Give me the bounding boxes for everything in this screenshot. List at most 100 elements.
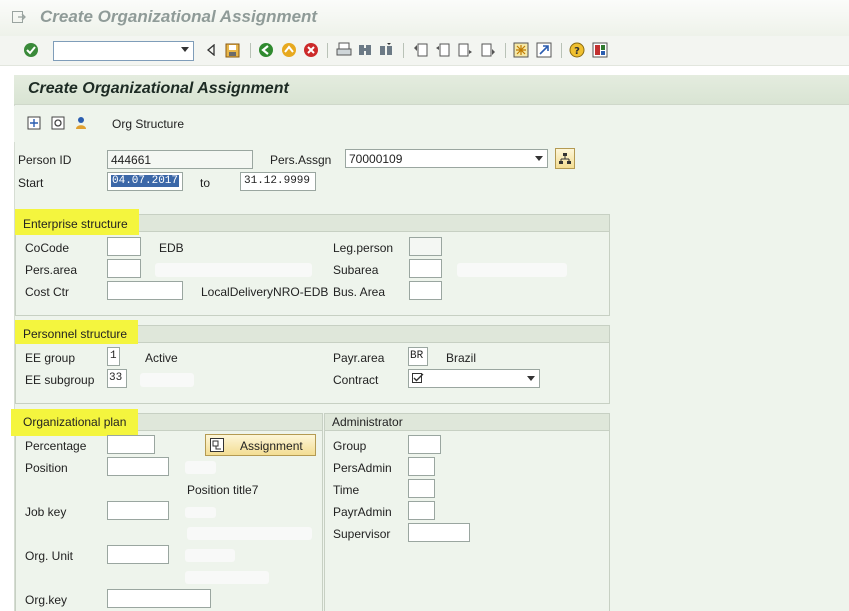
contract-label: Contract [333, 373, 379, 387]
pers-admin-field[interactable] [408, 457, 435, 476]
administrator-title: Administrator [332, 415, 403, 429]
org-structure-icon[interactable] [73, 115, 89, 131]
redacted-text [185, 571, 269, 584]
to-label: to [200, 176, 211, 190]
find-next-icon[interactable] [378, 42, 394, 58]
start-date-value: 04.07.2017 [111, 175, 180, 187]
save-icon[interactable] [224, 42, 240, 58]
exit-icon [12, 11, 26, 23]
other-record-icon[interactable] [26, 115, 42, 131]
redacted-text [140, 373, 194, 387]
pers-assgn-dropdown[interactable]: 70000109 [345, 149, 548, 168]
start-label: Start [18, 176, 44, 190]
chevron-down-icon[interactable] [527, 376, 535, 381]
pers-assgn-overview-button[interactable] [555, 148, 575, 169]
payr-area-text: Brazil [446, 351, 477, 365]
leg-person-field[interactable] [409, 237, 442, 256]
window-title: Create Organizational Assignment [40, 7, 318, 26]
print-icon[interactable] [336, 42, 352, 58]
org-unit-field[interactable] [107, 545, 169, 564]
svg-text:?: ? [574, 46, 580, 57]
cost-ctr-field[interactable] [107, 281, 183, 300]
job-key-label: Job key [25, 505, 67, 519]
organizational-plan-title: Organizational plan [23, 415, 127, 429]
pers-admin-label: PersAdmin [333, 461, 392, 475]
payr-admin-field[interactable] [408, 501, 435, 520]
group-field[interactable] [408, 435, 441, 454]
org-structure-button[interactable]: Org Structure [112, 117, 184, 131]
time-label: Time [333, 483, 360, 497]
cocode-label: CoCode [25, 241, 70, 255]
ee-group-label: EE group [25, 351, 76, 365]
assignment-icon [210, 438, 224, 452]
last-page-icon[interactable] [480, 42, 496, 58]
time-field[interactable] [408, 479, 435, 498]
enterprise-structure-title: Enterprise structure [23, 217, 128, 231]
person-id-field[interactable]: 444661 [107, 150, 253, 169]
ee-subgroup-label: EE subgroup [25, 373, 95, 387]
bus-area-label: Bus. Area [333, 285, 386, 299]
help-icon[interactable]: ? [569, 42, 585, 58]
pers-assgn-value: 70000109 [349, 152, 403, 166]
screen-title: Create Organizational Assignment [28, 80, 289, 97]
display-record-icon[interactable] [50, 115, 66, 131]
payr-area-field[interactable]: BR [408, 347, 428, 366]
redacted-text [457, 263, 567, 277]
percentage-field[interactable] [107, 435, 155, 454]
checkbox-icon [412, 373, 424, 383]
redacted-text [185, 461, 216, 474]
shortcut-icon[interactable] [536, 42, 552, 58]
position-field[interactable] [107, 457, 169, 476]
assignment-button[interactable]: Assignment [205, 434, 316, 456]
first-page-icon[interactable] [413, 42, 429, 58]
chevron-down-icon[interactable] [535, 156, 543, 161]
standard-toolbar: ? [0, 36, 849, 66]
ee-group-field[interactable]: 1 [107, 347, 120, 366]
exit-up-icon[interactable] [281, 42, 297, 58]
start-date-field[interactable]: 04.07.2017 [107, 172, 183, 191]
ee-group-text: Active [145, 351, 178, 365]
org-key-field[interactable] [107, 589, 211, 608]
leg-person-label: Leg.person [333, 241, 394, 255]
payr-area-label: Payr.area [333, 351, 385, 365]
personnel-structure-title: Personnel structure [23, 327, 128, 341]
cocode-field[interactable] [107, 237, 141, 256]
find-icon[interactable] [357, 42, 373, 58]
command-field[interactable] [53, 41, 194, 61]
customize-layout-icon[interactable] [592, 42, 608, 58]
percentage-label: Percentage [25, 439, 87, 453]
back-icon[interactable] [258, 42, 274, 58]
subarea-field[interactable] [409, 259, 442, 278]
cost-ctr-text: LocalDeliveryNRO-EDB [201, 285, 329, 299]
new-session-icon[interactable] [513, 42, 529, 58]
previous-page-icon[interactable] [435, 42, 451, 58]
group-label: Group [333, 439, 367, 453]
subarea-label: Subarea [333, 263, 379, 277]
end-date-field[interactable]: 31.12.9999 [240, 172, 316, 191]
redacted-text [185, 549, 235, 562]
person-id-label: Person ID [18, 153, 72, 167]
enter-checkmark-icon[interactable] [23, 42, 39, 58]
cancel-icon[interactable] [303, 42, 319, 58]
job-key-field[interactable] [107, 501, 169, 520]
pers-area-field[interactable] [107, 259, 141, 278]
supervisor-label: Supervisor [333, 527, 391, 541]
supervisor-field[interactable] [408, 523, 470, 542]
next-page-icon[interactable] [457, 42, 473, 58]
payr-admin-label: PayrAdmin [333, 505, 392, 519]
org-unit-label: Org. Unit [25, 549, 74, 563]
position-label: Position [25, 461, 68, 475]
pers-assgn-label: Pers.Assgn [270, 153, 332, 167]
redacted-text [155, 263, 312, 277]
contract-dropdown[interactable] [408, 369, 540, 388]
redacted-text [187, 527, 312, 540]
bus-area-field[interactable] [409, 281, 442, 300]
hierarchy-icon [559, 153, 571, 164]
ee-subgroup-field[interactable]: 33 [107, 369, 127, 388]
redacted-text [185, 507, 216, 518]
position-title-text: Position title7 [187, 483, 259, 497]
assignment-button-label: Assignment [240, 439, 303, 453]
back-triangle-icon[interactable] [203, 42, 219, 58]
pers-area-label: Pers.area [25, 263, 78, 277]
org-key-label: Org.key [25, 593, 68, 607]
